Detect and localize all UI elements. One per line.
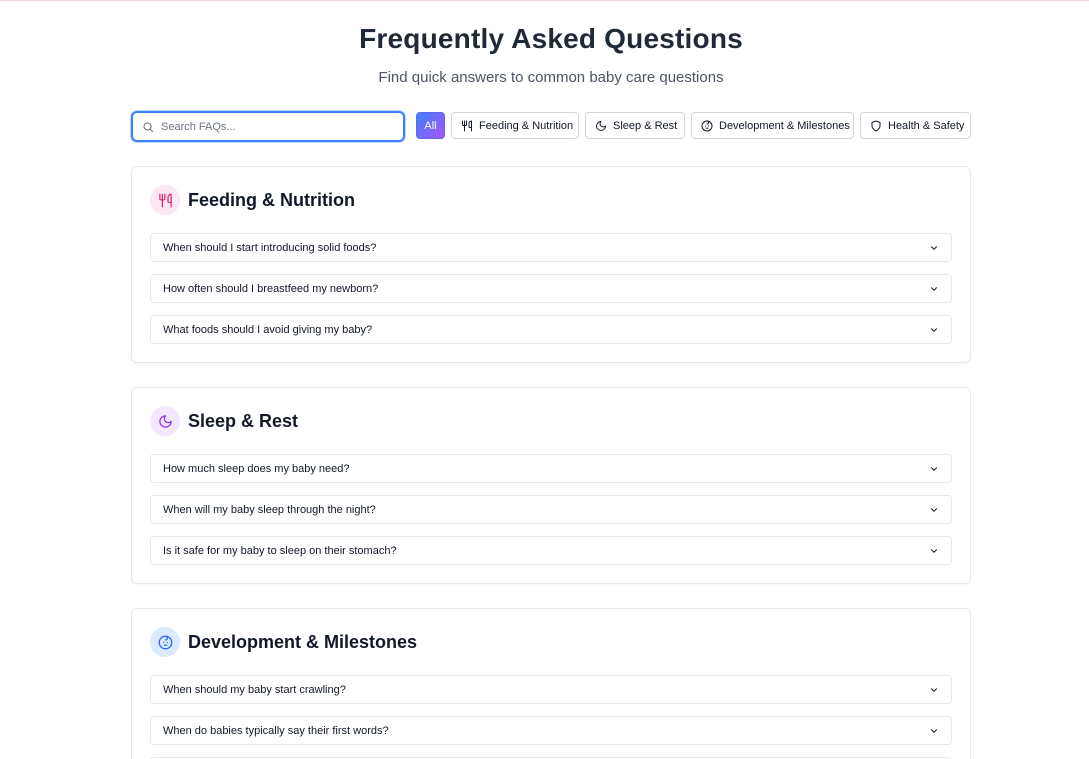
faq-question-item[interactable]: How much sleep does my baby need? — [150, 454, 952, 483]
filter-chip-development[interactable]: Development & Milestones — [691, 112, 854, 139]
section-title: Development & Milestones — [188, 631, 418, 652]
chevron-down-icon — [930, 287, 938, 291]
filter-chip-label: Health & Safety — [888, 119, 965, 132]
filter-chip-feeding[interactable]: Feeding & Nutrition — [451, 112, 579, 139]
chevron-down-icon — [930, 467, 938, 471]
faq-question-item[interactable]: What foods should I avoid giving my baby… — [150, 315, 952, 344]
filter-chip-label: Feeding & Nutrition — [479, 119, 574, 132]
question-text: When do babies typically say their first… — [163, 724, 389, 737]
section-icon-badge — [150, 627, 180, 657]
section-icon-badge — [150, 406, 180, 436]
question-text: When will my baby sleep through the nigh… — [163, 503, 376, 516]
faq-section-sleep: Sleep & Rest How much sleep does my baby… — [131, 387, 971, 584]
filter-chip-all[interactable]: All — [416, 112, 445, 139]
page-subtitle: Find quick answers to common baby care q… — [378, 69, 724, 86]
section-icon-badge — [150, 185, 180, 215]
faq-section-development: Development & Milestones When should my … — [131, 608, 971, 759]
faq-question-item[interactable]: Is it safe for my baby to sleep on their… — [150, 536, 952, 565]
question-text: Is it safe for my baby to sleep on their… — [163, 544, 397, 557]
utensils-icon — [462, 120, 472, 131]
chevron-down-icon — [930, 508, 938, 512]
question-text: When should my baby start crawling? — [163, 683, 346, 696]
filter-chip-health[interactable]: Health & Safety — [860, 112, 971, 139]
section-header: Feeding & Nutrition — [150, 185, 355, 215]
utensils-icon — [158, 193, 172, 207]
faq-question-item[interactable]: When will my baby sleep through the nigh… — [150, 495, 952, 524]
chevron-down-icon — [930, 688, 938, 692]
faq-question-item[interactable]: How often should I breastfeed my newborn… — [150, 274, 952, 303]
moon-icon — [158, 414, 172, 428]
section-title: Feeding & Nutrition — [188, 189, 355, 210]
section-header: Development & Milestones — [150, 627, 417, 657]
chevron-down-icon — [930, 328, 938, 332]
question-text: What foods should I avoid giving my baby… — [163, 323, 373, 336]
baby-face-icon — [701, 120, 713, 131]
faq-question-item[interactable]: When should I start introducing solid fo… — [150, 233, 952, 262]
shield-icon — [871, 120, 881, 131]
chevron-down-icon — [930, 729, 938, 733]
section-title: Sleep & Rest — [188, 410, 299, 431]
top-accent-line — [0, 0, 1089, 1]
filter-chip-sleep[interactable]: Sleep & Rest — [585, 112, 685, 139]
baby-face-icon — [158, 635, 172, 649]
question-text: When should I start introducing solid fo… — [163, 241, 377, 254]
section-header: Sleep & Rest — [150, 406, 298, 436]
search-box[interactable] — [131, 111, 405, 142]
question-text: How much sleep does my baby need? — [163, 462, 350, 475]
faq-section-feeding: Feeding & Nutrition When should I start … — [131, 166, 971, 363]
filter-toolbar: All Feeding & Nutrition Sleep & Rest Dev… — [131, 111, 971, 143]
filter-chip-label: Sleep & Rest — [613, 119, 678, 132]
question-text: How often should I breastfeed my newborn… — [163, 282, 379, 295]
search-icon — [143, 122, 154, 133]
faq-question-item[interactable]: When should my baby start crawling? — [150, 675, 952, 704]
filter-chip-label: Development & Milestones — [719, 119, 850, 132]
faq-question-item[interactable]: When do babies typically say their first… — [150, 716, 952, 745]
chevron-down-icon — [930, 246, 938, 250]
chevron-down-icon — [930, 549, 938, 553]
page-title: Frequently Asked Questions — [359, 23, 743, 54]
search-input[interactable] — [161, 117, 397, 137]
moon-icon — [596, 120, 606, 131]
filter-chip-label: All — [424, 119, 437, 132]
